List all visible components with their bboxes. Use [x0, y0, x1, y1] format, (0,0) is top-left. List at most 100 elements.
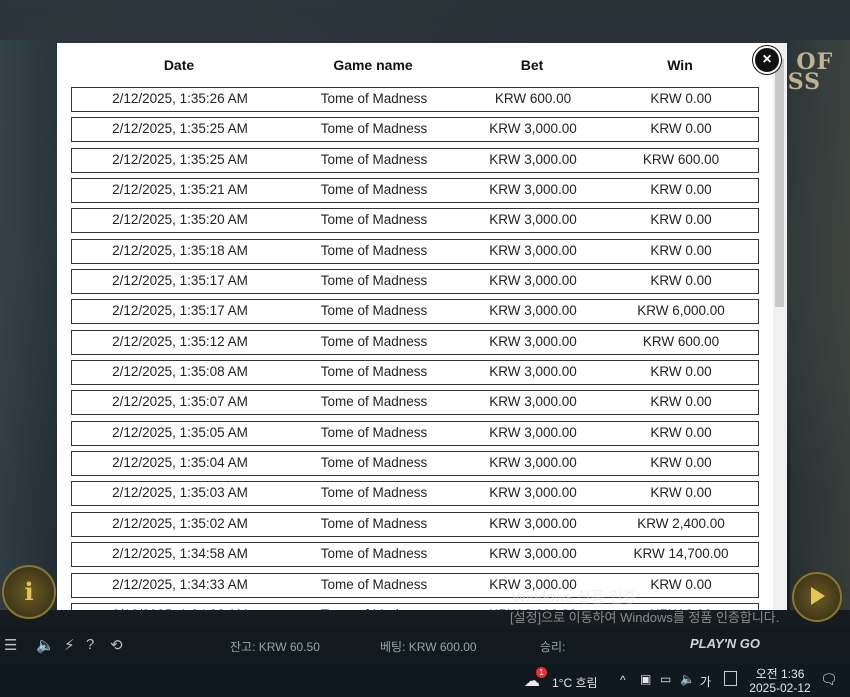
row-date: 2/12/2025, 1:34:58 AM	[112, 546, 248, 562]
history-modal: Date Game name Bet Win 2/12/2025, 1:35:2…	[57, 43, 787, 610]
clock-date[interactable]: 2025-02-12	[744, 681, 816, 695]
activation-watermark-title: Windows 정품 인증	[512, 589, 637, 606]
row-game-name: Tome of Madness	[320, 182, 428, 198]
row-date: 2/12/2025, 1:35:07 AM	[112, 394, 248, 410]
game-left-decoration	[0, 40, 60, 610]
history-table-header: Date Game name Bet Win	[57, 43, 787, 87]
row-win: KRW 0.00	[650, 424, 712, 440]
history-icon[interactable]: ⟲	[110, 636, 123, 654]
row-date: 2/12/2025, 1:35:05 AM	[112, 424, 248, 440]
table-row: 2/12/2025, 1:35:18 AM Tome of Madness KRW …	[71, 238, 759, 264]
row-game-name: Tome of Madness	[320, 273, 428, 289]
game-control-bar: ☰ 🔈 ⚡ ? ⟲ 잔고: KRW 60.50 베팅: KRW 600.00 승…	[0, 628, 850, 662]
row-game-name: Tome of Madness	[320, 485, 428, 501]
column-header-game: Game name	[333, 57, 413, 73]
row-date: 2/12/2025, 1:35:20 AM	[112, 212, 248, 228]
row-bet: KRW 3,000.00	[489, 546, 577, 562]
row-win: KRW 0.00	[650, 455, 712, 471]
table-row: 2/12/2025, 1:35:12 AM Tome of Madness KRW …	[71, 329, 759, 355]
close-modal-button[interactable]: ×	[753, 46, 781, 74]
network-icon[interactable]: ▣	[640, 672, 651, 686]
row-win: KRW 2,400.00	[637, 515, 725, 531]
table-row: 2/12/2025, 1:35:05 AM Tome of Madness KRW …	[71, 420, 759, 446]
column-header-date: Date	[163, 57, 195, 73]
table-row: 2/12/2025, 1:35:25 AM Tome of Madness KRW …	[71, 147, 759, 173]
row-win: KRW 0.00	[650, 394, 712, 410]
notification-center-icon[interactable]: 🗨	[820, 671, 838, 688]
ime-indicator[interactable]: 가	[700, 673, 711, 690]
row-game-name: Tome of Madness	[320, 212, 428, 228]
game-right-decoration	[790, 40, 850, 610]
row-bet: KRW 3,000.00	[489, 273, 577, 289]
row-bet: KRW 3,000.00	[489, 515, 577, 531]
chevron-up-icon[interactable]: ^	[620, 673, 626, 687]
table-row: 2/12/2025, 1:35:17 AM Tome of Madness KRW …	[71, 269, 759, 295]
table-row: 2/12/2025, 1:35:04 AM Tome of Madness KRW …	[71, 451, 759, 477]
weather-text[interactable]: 1°C 흐림	[552, 674, 598, 691]
row-date: 2/12/2025, 1:35:25 AM	[112, 151, 248, 167]
row-win: KRW 6,000.00	[637, 303, 725, 319]
history-table-body: 2/12/2025, 1:35:26 AM Tome of Madness KRW …	[71, 87, 759, 610]
row-game-name: Tome of Madness	[320, 151, 428, 167]
row-date: 2/12/2025, 1:35:17 AM	[112, 303, 248, 319]
row-bet: KRW 3,000.00	[489, 424, 577, 440]
row-date: 2/12/2025, 1:35:21 AM	[112, 182, 248, 198]
row-date: 2/12/2025, 1:35:18 AM	[112, 242, 248, 258]
row-bet: KRW 3,000.00	[489, 394, 577, 410]
scrollbar-thumb[interactable]	[775, 59, 784, 307]
row-game-name: Tome of Madness	[320, 546, 428, 562]
bet-text: 베팅: KRW 600.00	[380, 640, 477, 654]
table-row: 2/12/2025, 1:34:58 AM Tome of Madness KRW …	[71, 542, 759, 568]
row-bet: KRW 3,000.00	[489, 182, 577, 198]
column-header-win: Win	[667, 57, 693, 73]
row-game-name: Tome of Madness	[288, 607, 460, 610]
row-win: KRW 0.00	[650, 364, 712, 380]
row-date: 2/12/2025, 1:34:32 AM	[72, 607, 288, 610]
sound-icon[interactable]: 🔈	[36, 636, 55, 654]
notification-badge: 1	[536, 667, 547, 678]
row-win: KRW 0.00	[650, 485, 712, 501]
row-game-name: Tome of Madness	[320, 515, 428, 531]
row-bet: KRW 3,000.00	[489, 303, 577, 319]
menu-icon[interactable]: ☰	[4, 636, 17, 654]
clock-time[interactable]: 오전 1:36	[754, 665, 806, 682]
win-text: 승리:	[540, 640, 566, 654]
turbo-icon[interactable]: ⚡	[64, 636, 75, 654]
row-win: KRW 0.00	[650, 273, 712, 289]
row-bet: KRW 3,000.00	[489, 455, 577, 471]
autoplay-button[interactable]	[792, 572, 842, 622]
row-date: 2/12/2025, 1:35:03 AM	[112, 485, 248, 501]
row-date: 2/12/2025, 1:35:17 AM	[112, 273, 248, 289]
help-icon[interactable]: ?	[86, 636, 94, 653]
table-row: 2/12/2025, 1:35:07 AM Tome of Madness KRW …	[71, 390, 759, 416]
activation-watermark-text: [설정]으로 이동하여 Windows를 정품 인증합니다.	[510, 610, 780, 625]
row-bet: KRW 3,000.00	[489, 151, 577, 167]
row-win: KRW 0.00	[650, 91, 712, 106]
keyboard-icon[interactable]	[724, 671, 737, 686]
display-icon[interactable]: ▭	[660, 672, 671, 686]
row-game-name: Tome of Madness	[320, 333, 428, 349]
table-row: 2/12/2025, 1:34:33 AM Tome of Madness KRW …	[71, 572, 759, 598]
row-win: KRW 600.00	[642, 333, 720, 349]
row-game-name: Tome of Madness	[320, 455, 428, 471]
row-game-name: Tome of Madness	[320, 576, 428, 592]
info-button[interactable]: i	[2, 565, 56, 619]
table-row: 2/12/2025, 1:35:17 AM Tome of Madness KRW …	[71, 299, 759, 325]
table-row: 2/12/2025, 1:35:02 AM Tome of Madness KRW …	[71, 511, 759, 537]
row-game-name: Tome of Madness	[320, 394, 428, 410]
balance-text: 잔고: KRW 60.50	[230, 640, 320, 654]
row-game-name: Tome of Madness	[320, 364, 428, 380]
row-bet: KRW 3,000.00	[489, 242, 577, 258]
row-bet: KRW 3,000.00	[489, 364, 577, 380]
row-win: KRW 600.00	[642, 151, 720, 167]
volume-icon[interactable]: 🔈	[680, 672, 695, 686]
windows-taskbar: ☁ 1 1°C 흐림 ^ ▣ ▭ 🔈 가 오전 1:36 2025-02-12 …	[0, 662, 850, 697]
row-game-name: Tome of Madness	[320, 424, 428, 440]
row-date: 2/12/2025, 1:35:08 AM	[112, 364, 248, 380]
row-win: KRW 14,700.00	[633, 546, 729, 562]
row-win: KRW 0.00	[650, 242, 712, 258]
row-game-name: Tome of Madness	[320, 121, 428, 137]
table-row: 2/12/2025, 1:35:21 AM Tome of Madness KRW …	[71, 178, 759, 204]
row-win: KRW 0.00	[650, 212, 712, 228]
row-date: 2/12/2025, 1:35:26 AM	[112, 91, 248, 106]
